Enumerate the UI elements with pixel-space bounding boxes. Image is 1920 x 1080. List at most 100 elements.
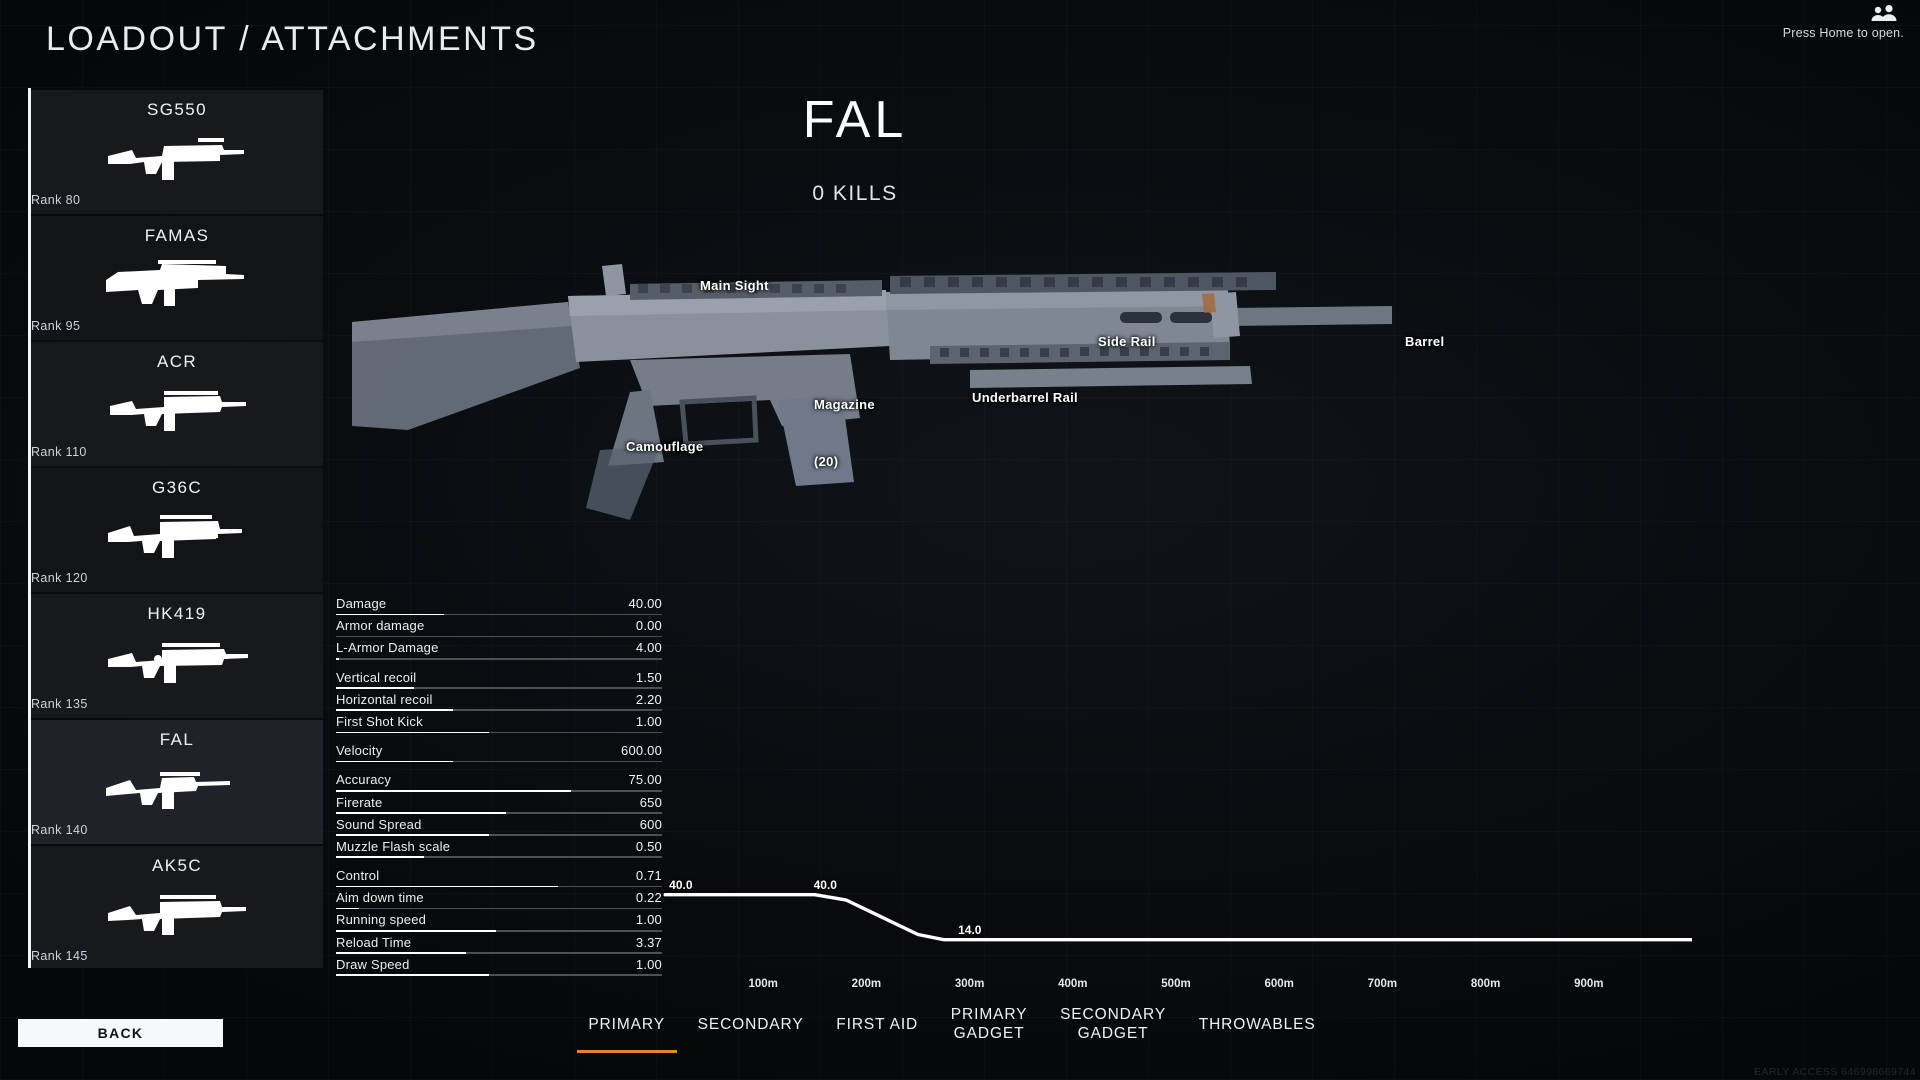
weapon-list-item-hk419[interactable]: HK419 Rank 135: [31, 594, 323, 718]
weapon-silhouette-icon: [108, 643, 248, 683]
stat-label: Muzzle Flash scale: [336, 838, 451, 854]
back-button[interactable]: BACK: [18, 1019, 223, 1047]
stat-bar-fill: [336, 687, 415, 689]
weapon-item-name: ACR: [156, 352, 198, 371]
stat-bar-fill: [336, 731, 490, 734]
stat-bar-fill: [336, 834, 490, 836]
stat-bar-fill: [336, 907, 359, 910]
weapon-rank: Rank 95: [31, 319, 81, 333]
home-hint-label: Press Home to open.: [1782, 26, 1904, 40]
weapon-list-item-fal[interactable]: FAL Rank 140: [31, 720, 323, 844]
weapon-list[interactable]: Rank 70SG550Rank 80FAMASRank 95ACRRank 1…: [28, 88, 323, 968]
weapon-model[interactable]: [330, 250, 1890, 630]
weapon-item-name: AK5C: [151, 856, 202, 875]
stat-value: 0.50: [635, 838, 662, 854]
friends-icon: [1871, 5, 1897, 21]
attachment-label-camouflage[interactable]: Camouflage: [626, 439, 703, 454]
stat-bar-track: [336, 789, 662, 792]
weapon-item-name: HK419: [147, 604, 207, 623]
stat-value: 1.00: [635, 956, 662, 972]
weapon-list-item-acr[interactable]: ACR Rank 110: [31, 342, 323, 466]
stat-bar-fill: [336, 856, 425, 859]
tab-label: PRIMARY: [950, 1006, 1028, 1024]
stat-bar-fill: [336, 812, 506, 814]
stat-value: 1.00: [635, 912, 662, 928]
stat-label: Aim down time: [336, 890, 424, 906]
stat-row: Velocity 600.00: [336, 743, 662, 765]
stat-value: 600: [639, 816, 662, 832]
weapon-list-item-g36c[interactable]: G36C Rank 120: [31, 468, 323, 592]
stat-label: Sound Spread: [336, 816, 422, 832]
weapon-list-item-ak5c[interactable]: AK5C Rank 145: [31, 846, 323, 968]
tab-label: SECONDARY: [1060, 1006, 1167, 1024]
stat-bar-track: [336, 657, 662, 660]
attachment-label-side-rail[interactable]: Side Rail: [1098, 334, 1156, 349]
tab-secondary-gadget[interactable]: SECONDARY GADGET: [1044, 1006, 1183, 1044]
stat-value: 40.00: [628, 596, 662, 611]
attachment-label-main-sight[interactable]: Main Sight: [700, 278, 769, 293]
tab-primary[interactable]: PRIMARY: [572, 1016, 681, 1054]
attachment-label-20[interactable]: (20): [814, 454, 838, 469]
stat-bar-fill: [336, 760, 454, 763]
stat-bar-track: [336, 856, 662, 859]
tab-label: SECONDARY: [697, 1015, 804, 1033]
stat-label: Running speed: [336, 912, 427, 928]
tab-secondary[interactable]: SECONDARY: [681, 1016, 820, 1035]
weapon-silhouette-icon: [108, 515, 242, 558]
stat-bar-track: [336, 930, 662, 932]
stat-bar-fill: [336, 789, 571, 792]
weapon-silhouette-icon: [108, 138, 244, 180]
weapon-preview[interactable]: Main Sight Side Rail Barrel Underbarrel Rai…: [330, 250, 1890, 630]
falloff-curve: [663, 892, 1692, 942]
weapon-list-item-sg550[interactable]: SG550 Rank 80: [31, 90, 323, 214]
stat-value: 75.00: [628, 772, 662, 788]
weapon-rank: Rank 140: [31, 823, 88, 837]
tab-first-aid[interactable]: FIRST AID: [820, 1016, 935, 1035]
weapon-rank: Rank 120: [31, 571, 88, 585]
damage-falloff-chart: 40.0 40.0 14.0 100m 200m 300m 400m 500m 600m 700…: [660, 877, 1692, 998]
active-tab-indicator: [576, 1050, 677, 1054]
weapon-silhouette-icon: [108, 895, 246, 935]
weapon-rank: Rank 145: [31, 949, 88, 963]
stat-bar-track: [336, 834, 662, 836]
stat-label: First Shot Kick: [336, 713, 423, 729]
stat-row: Sound Spread 600: [336, 817, 662, 839]
tab-label: FIRST AID: [836, 1015, 919, 1033]
stat-bar-track: [336, 907, 662, 910]
stat-value: 0.71: [635, 868, 662, 884]
tab-primary-gadget[interactable]: PRIMARY GADGET: [934, 1006, 1043, 1044]
stat-value: 0.00: [635, 618, 662, 634]
weapon-list-item-famas[interactable]: FAMAS Rank 95: [31, 216, 323, 340]
loadout-slot-tabs[interactable]: PRIMARY SECONDARY FIRST AID PRIMARY GADGET SE…: [572, 988, 1332, 1062]
stat-bar-track: [336, 885, 662, 888]
stat-bar-track: [336, 760, 662, 763]
stat-bar-track: [336, 687, 662, 689]
stat-row: Muzzle Flash scale 0.50: [336, 839, 662, 861]
stat-row: Running speed 1.00: [336, 912, 662, 934]
stat-row: Accuracy 75.00: [336, 772, 662, 794]
stat-label: Control: [336, 868, 380, 884]
weapon-item-name: FAMAS: [144, 226, 210, 245]
stat-label: L-Armor Damage: [336, 640, 439, 656]
chart-point-label: 14.0: [958, 922, 982, 937]
chart-x-tick: 900m: [1574, 978, 1604, 990]
attachment-label-underbarrel-rail[interactable]: Underbarrel Rail: [972, 390, 1078, 405]
stat-row: Firerate 650: [336, 795, 662, 817]
stat-bar-fill: [336, 885, 558, 888]
stat-value: 650: [639, 794, 662, 810]
stat-row: First Shot Kick 1.00: [336, 714, 662, 736]
tab-throwables[interactable]: THROWABLES: [1182, 1016, 1332, 1035]
stat-row: L-Armor Damage 4.00: [336, 640, 662, 662]
stat-label: Vertical recoil: [336, 669, 417, 685]
chart-x-tick: 700m: [1367, 978, 1398, 990]
stat-row: Armor damage 0.00: [336, 618, 662, 640]
weapon-item-name: G36C: [151, 478, 202, 497]
stat-bar-fill: [336, 974, 490, 976]
stat-value: 1.00: [635, 713, 662, 729]
attachment-label-magazine[interactable]: Magazine: [814, 397, 875, 412]
chart-point-label: 40.0: [813, 877, 837, 892]
stat-row: Control 0.71: [336, 868, 662, 890]
attachment-label-barrel[interactable]: Barrel: [1405, 334, 1444, 349]
weapon-item-name: FAL: [159, 730, 195, 749]
stat-row: Draw Speed 1.00: [336, 957, 662, 979]
